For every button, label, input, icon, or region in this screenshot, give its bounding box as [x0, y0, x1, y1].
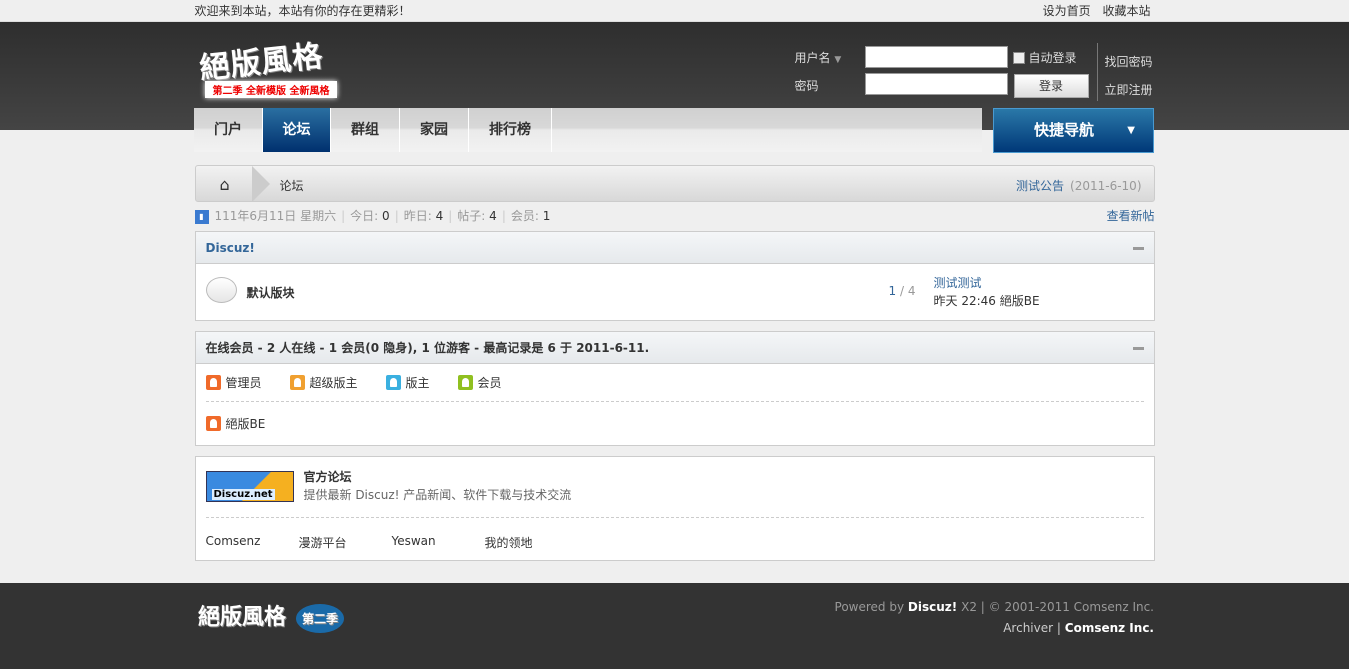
mod-user-icon [385, 375, 401, 390]
set-home-link[interactable]: 设为首页 [1043, 4, 1091, 18]
legend-label: 会员 [477, 376, 502, 390]
checkbox-icon[interactable] [1012, 51, 1025, 64]
today-label: 今日: [350, 209, 379, 223]
friend-links: Discuz.net 官方论坛 提供最新 Discuz! 产品新闻、软件下载与技… [194, 456, 1155, 561]
powered-by: Powered by [834, 600, 905, 614]
footer-logo-text: 絕版風格 [198, 605, 287, 630]
online-user-link[interactable]: 絕版BE [226, 415, 266, 432]
admin-user-icon [205, 416, 221, 431]
top-bar: 欢迎来到本站，本站有你的存在更精彩！ 设为首页 收藏本站 [0, 0, 1349, 22]
season-badge: 第二季 [296, 603, 345, 633]
breadcrumb-current: 论坛 [279, 179, 304, 193]
footer-logo: 絕版風格 第二季 [198, 599, 345, 633]
copyright: | © 2001-2011 Comsenz Inc. [980, 600, 1154, 614]
chevron-right-icon [251, 166, 270, 202]
legend-label: 管理员 [225, 376, 262, 390]
today-count: 0 [382, 209, 390, 223]
posts-label: 帖子: [457, 209, 486, 223]
forum-bubble-icon [205, 277, 237, 303]
yesterday-count: 4 [435, 209, 444, 223]
archiver-link[interactable]: Archiver [1003, 621, 1053, 635]
online-title: 在线会员 - 2 人在线 - 1 会员(0 隐身), 1 位游客 - 最高记录是… [205, 341, 650, 355]
forgot-password-link[interactable]: 找回密码 [1105, 55, 1153, 69]
bookmark-link[interactable]: 收藏本站 [1102, 4, 1150, 18]
online-members: 在线会员 - 2 人在线 - 1 会员(0 隐身), 1 位游客 - 最高记录是… [194, 331, 1155, 446]
admin-user-icon [205, 375, 221, 390]
auto-login-label: 自动登录 [1028, 51, 1077, 65]
post-count: / 4 [899, 284, 916, 298]
nav-ranking[interactable]: 排行榜 [469, 108, 552, 152]
forum-name[interactable]: 默认版块 [247, 284, 295, 301]
separator: | [1056, 621, 1061, 635]
collapse-icon[interactable] [1132, 347, 1144, 350]
chart-icon: ▮ [194, 209, 209, 224]
discuz-text: Discuz! [907, 600, 958, 614]
view-new-posts-link[interactable]: 查看新帖 [1106, 202, 1154, 231]
site-logo[interactable]: 絕版風格 第二季 全新模版 全新風格 [197, 36, 345, 100]
members-label: 会员: [510, 209, 539, 223]
company-text: Comsenz Inc. [1064, 621, 1154, 635]
register-link[interactable]: 立即注册 [1105, 83, 1153, 97]
forum-stats: ▮ 111年6月11日 星期六 | 今日: 0 | 昨日: 4 | 帖子: 4 | 会员: 1 查… [194, 202, 1155, 231]
category-title[interactable]: Discuz! [206, 241, 255, 255]
link-item[interactable]: 漫游平台 [299, 534, 392, 551]
discuz-link[interactable]: Discuz! [908, 600, 957, 614]
password-input[interactable] [864, 73, 1008, 95]
caret-down-icon: ▼ [1127, 125, 1135, 136]
link-item[interactable]: Comsenz [206, 534, 299, 551]
thread-count: 1 [888, 284, 897, 298]
divider [205, 517, 1144, 518]
collapse-icon[interactable] [1132, 247, 1144, 250]
auto-login-checkbox[interactable]: 自动登录 [1012, 49, 1077, 66]
forum-row: 默认版块 1 / 4 测试测试昨天 22:46 絕版BE [196, 264, 1154, 320]
logo-text: 絕版風格 [197, 38, 325, 87]
login-button[interactable]: 登录 [1013, 74, 1089, 98]
official-forum-link[interactable]: 官方论坛 [304, 468, 352, 485]
nav-portal[interactable]: 门户 [194, 108, 263, 152]
discuz-logo[interactable]: Discuz.net [205, 471, 294, 502]
last-post-link[interactable]: 测试测试 [934, 276, 982, 290]
forum-category: Discuz! 默认版块 1 / 4 测试测试昨天 22:46 絕版BE [194, 231, 1155, 321]
username-label[interactable]: 用户名 ▼ [795, 49, 842, 66]
yesterday-label: 昨日: [403, 209, 432, 223]
home-icon[interactable]: ⌂ [220, 175, 230, 194]
divider [1096, 43, 1098, 101]
member-user-icon [457, 375, 473, 390]
version: X2 [961, 600, 977, 614]
username-input[interactable] [864, 46, 1008, 68]
company-link[interactable]: Comsenz Inc. [1065, 621, 1154, 635]
logo-ribbon: 第二季 全新模版 全新風格 [204, 81, 338, 98]
posts-count: 4 [489, 209, 497, 223]
login-form: 用户名 ▼ 密码 自动登录 登录 找回密码 立即注册 [794, 43, 1155, 104]
link-item[interactable]: 我的领地 [485, 534, 578, 551]
announcement-date: (2011-6-10) [1070, 179, 1142, 193]
footer: 絕版風格 第二季 Powered by Discuz! X2 | © 2001-2… [0, 583, 1349, 669]
link-item[interactable]: Yeswan [392, 534, 485, 551]
official-forum-desc: 提供最新 Discuz! 产品新闻、软件下载与技术交流 [303, 488, 572, 502]
super-mod-user-icon [289, 375, 305, 390]
logo-text: Discuz.net [211, 489, 275, 500]
nav-home[interactable]: 家园 [400, 108, 469, 152]
member-legend: 管理员 超级版主 版主 会员 [196, 364, 1154, 401]
legend-label: 版主 [405, 376, 430, 390]
main-nav: 门户 论坛 群组 家园 排行榜 [194, 108, 982, 152]
password-label: 密码 [794, 79, 819, 93]
announcement-link[interactable]: 测试公告 [1016, 179, 1064, 193]
chevron-down-icon: ▼ [834, 55, 842, 65]
nav-groups[interactable]: 群组 [331, 108, 400, 152]
nav-forum[interactable]: 论坛 [263, 108, 331, 152]
last-post-info: 昨天 22:46 絕版BE [933, 294, 1040, 308]
breadcrumb: ⌂ 论坛 测试公告 (2011-6-10) [194, 165, 1155, 202]
quick-nav-button[interactable]: 快捷导航 ▼ [993, 108, 1154, 153]
quick-nav-label: 快捷导航 [1034, 121, 1095, 139]
members-count: 1 [542, 209, 551, 223]
welcome-text: 欢迎来到本站，本站有你的存在更精彩！ [194, 4, 411, 18]
date: 111年6月11日 星期六 [214, 209, 337, 223]
legend-label: 超级版主 [309, 376, 358, 390]
